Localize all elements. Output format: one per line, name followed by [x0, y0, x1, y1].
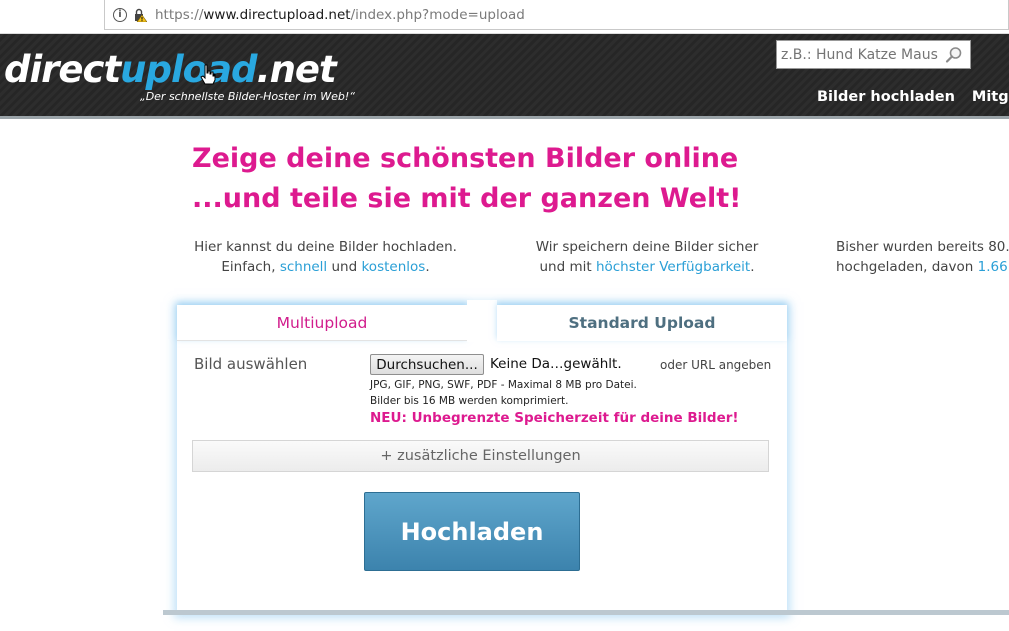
upload-submit-button[interactable]: Hochladen — [364, 492, 580, 571]
select-image-label: Bild auswählen — [194, 355, 308, 373]
info-col3-line2: hochgeladen, davon 1.66 — [836, 257, 1009, 277]
info-column-upload: Hier kannst du deine Bilder hochladen. E… — [193, 237, 458, 277]
compression-hint: Bilder bis 16 MB werden komprimiert. — [370, 395, 569, 407]
hero-title-line1: Zeige deine schönsten Bilder online — [192, 143, 739, 174]
info-col3-text-b: hochgeladen, davon — [836, 259, 978, 275]
main-nav: Bilder hochladen Mitgliede — [817, 89, 1009, 105]
info-icon[interactable]: i — [113, 7, 127, 22]
info-col1-line2: Einfach, schnell und kostenlos. — [193, 257, 458, 277]
info-col2-line2: und mit höchster Verfügbarkeit. — [527, 257, 767, 277]
site-header: directupload.net „Der schnellste Bilder-… — [0, 34, 1009, 116]
url-scheme: https:// — [155, 6, 204, 23]
url-field[interactable]: i https://www.directupload.net/index.php… — [104, 0, 1009, 30]
info-column-storage: Wir speichern deine Bilder sicher und mi… — [527, 237, 767, 277]
no-file-selected-text: Keine Da…gewählt. — [490, 356, 622, 372]
search-icon[interactable] — [945, 46, 963, 64]
hero-title-line2: ...und teile sie mit der ganzen Welt! — [192, 183, 742, 214]
site-tagline: „Der schnellste Bilder-Hoster im Web!“ — [140, 90, 355, 103]
header-divider — [0, 116, 1009, 119]
info-col2-line1: Wir speichern deine Bilder sicher — [535, 239, 759, 255]
browser-address-bar: i https://www.directupload.net/index.php… — [0, 0, 1009, 34]
search-box — [776, 40, 971, 69]
extra-settings-toggle[interactable]: + zusätzliche Einstellungen — [192, 440, 769, 472]
nav-bilder-hochladen[interactable]: Bilder hochladen — [817, 89, 955, 105]
hand-cursor-icon — [200, 64, 216, 85]
info-col1-line1: Hier kannst du deine Bilder hochladen. — [194, 239, 457, 255]
link-schnell[interactable]: schnell — [280, 259, 327, 275]
footer-divider — [163, 610, 1009, 615]
info-col2-text-b: . — [750, 259, 755, 275]
nav-mitglieder[interactable]: Mitgliede — [972, 89, 1009, 105]
url-option-link[interactable]: oder URL angeben — [660, 358, 771, 372]
site-logo[interactable]: directupload.net — [4, 48, 337, 91]
info-col3-line1: Bisher wurden bereits 80. — [836, 237, 1009, 257]
link-verfuegbarkeit[interactable]: höchster Verfügbarkeit — [596, 259, 750, 275]
info-col1-text-a: Einfach, — [221, 259, 280, 275]
logo-part-upload: upload — [120, 48, 257, 91]
logo-part-direct: direct — [4, 48, 121, 91]
link-kostenlos[interactable]: kostenlos — [361, 259, 425, 275]
info-col1-text-c: . — [425, 259, 430, 275]
url-host: www.directupload.net — [203, 6, 351, 23]
stat-subcount: 1.66 — [977, 259, 1008, 275]
url-path: /index.php?mode=upload — [350, 6, 525, 23]
stat-uploads-count: 80. — [988, 239, 1009, 255]
search-input[interactable] — [781, 46, 941, 63]
info-col3-text-a: Bisher wurden bereits — [836, 239, 989, 255]
info-column-stats: Bisher wurden bereits 80. hochgeladen, d… — [836, 237, 1009, 277]
browse-button[interactable]: Durchsuchen... — [370, 354, 484, 375]
new-feature-note: NEU: Unbegrenzte Speicherzeit für deine … — [370, 410, 739, 426]
info-col1-text-b: und — [327, 259, 362, 275]
lock-warning-icon[interactable] — [133, 8, 147, 22]
tab-gap — [467, 300, 497, 342]
file-format-hint: JPG, GIF, PNG, SWF, PDF - Maximal 8 MB p… — [370, 379, 637, 391]
tab-multiupload[interactable]: Multiupload — [177, 305, 467, 341]
tab-standard-upload[interactable]: Standard Upload — [497, 305, 787, 341]
logo-part-net: .net — [256, 48, 337, 91]
info-col2-text-a: und mit — [539, 259, 596, 275]
